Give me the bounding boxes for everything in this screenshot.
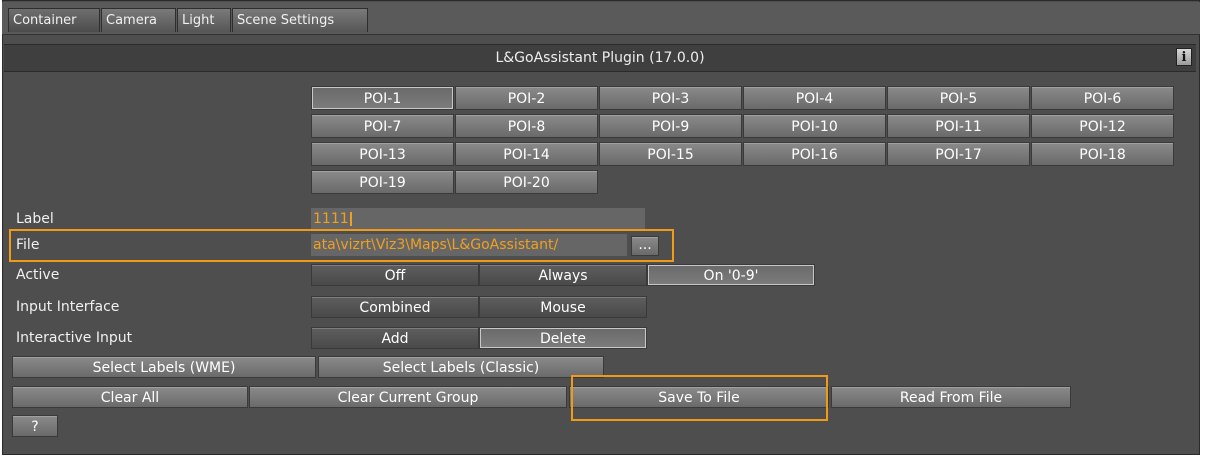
label-row-label: Label (16, 211, 54, 227)
active-off-button[interactable]: Off (311, 264, 479, 286)
save-to-file-button[interactable]: Save To File (569, 386, 829, 408)
read-from-file-button[interactable]: Read From File (831, 386, 1071, 408)
active-row-label: Active (16, 267, 60, 283)
clear-all-button[interactable]: Clear All (12, 386, 248, 408)
poi-button-9[interactable]: POI-9 (599, 114, 742, 138)
text-caret (349, 212, 352, 226)
poi-button-3[interactable]: POI-3 (599, 86, 742, 110)
tab-bar: Container Camera Light Scene Settings (2, 2, 1200, 35)
help-button[interactable]: ? (12, 415, 58, 437)
poi-button-13[interactable]: POI-13 (311, 142, 454, 166)
interactive-add-button[interactable]: Add (311, 327, 479, 349)
poi-button-7[interactable]: POI-7 (311, 114, 454, 138)
poi-button-20[interactable]: POI-20 (455, 170, 598, 194)
poi-button-4[interactable]: POI-4 (743, 86, 886, 110)
poi-button-19[interactable]: POI-19 (311, 170, 454, 194)
label-input[interactable]: 1111 (311, 208, 645, 230)
browse-file-button[interactable]: ... (631, 236, 659, 256)
interactive-input-label: Interactive Input (16, 330, 133, 346)
plugin-header: L&GoAssistant Plugin (17.0.0) i (4, 44, 1196, 72)
active-always-button[interactable]: Always (479, 264, 647, 286)
poi-button-14[interactable]: POI-14 (455, 142, 598, 166)
tab-camera[interactable]: Camera (101, 8, 176, 32)
poi-button-18[interactable]: POI-18 (1031, 142, 1174, 166)
label-input-value: 1111 (313, 211, 349, 227)
poi-button-8[interactable]: POI-8 (455, 114, 598, 138)
file-path-input[interactable]: ata\vizrt\Viz3\Maps\L&GoAssistant/ (311, 234, 627, 256)
poi-button-15[interactable]: POI-15 (599, 142, 742, 166)
select-labels-wme-button[interactable]: Select Labels (WME) (12, 356, 316, 378)
tab-light[interactable]: Light (177, 8, 231, 32)
poi-button-12[interactable]: POI-12 (1031, 114, 1174, 138)
input-interface-label: Input Interface (16, 299, 120, 315)
file-row-label: File (16, 237, 40, 253)
clear-current-group-button[interactable]: Clear Current Group (249, 386, 567, 408)
select-labels-classic-button[interactable]: Select Labels (Classic) (318, 356, 604, 378)
poi-button-16[interactable]: POI-16 (743, 142, 886, 166)
plugin-title: L&GoAssistant Plugin (17.0.0) (495, 50, 705, 66)
poi-button-1[interactable]: POI-1 (311, 86, 454, 110)
poi-button-17[interactable]: POI-17 (887, 142, 1030, 166)
info-icon[interactable]: i (1176, 48, 1192, 66)
input-combined-button[interactable]: Combined (311, 296, 479, 318)
interactive-delete-button[interactable]: Delete (479, 327, 647, 349)
active-on-0-9-button[interactable]: On '0-9' (647, 264, 815, 286)
poi-button-11[interactable]: POI-11 (887, 114, 1030, 138)
poi-button-6[interactable]: POI-6 (1031, 86, 1174, 110)
poi-button-5[interactable]: POI-5 (887, 86, 1030, 110)
poi-button-2[interactable]: POI-2 (455, 86, 598, 110)
tab-container[interactable]: Container (8, 8, 100, 32)
input-mouse-button[interactable]: Mouse (479, 296, 647, 318)
tab-scene-settings[interactable]: Scene Settings (232, 8, 368, 32)
poi-button-10[interactable]: POI-10 (743, 114, 886, 138)
